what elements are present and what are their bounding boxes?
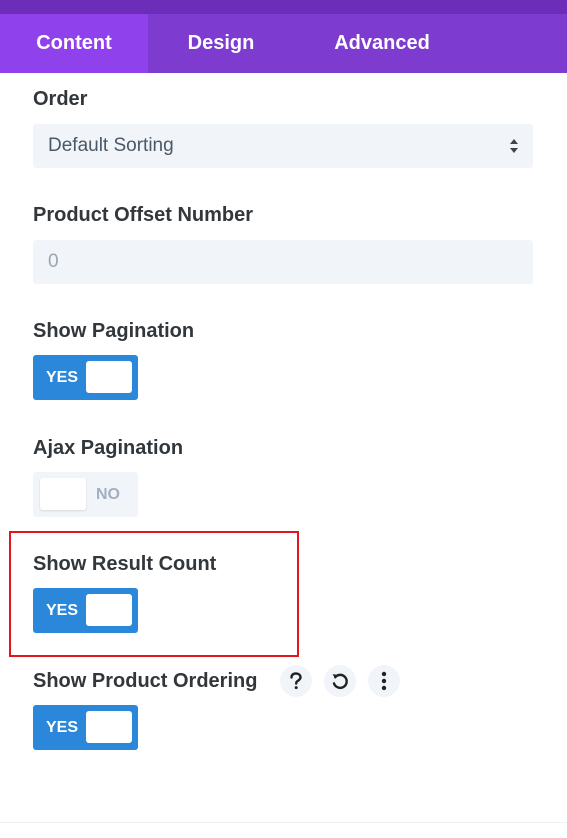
show-product-ordering-label: Show Product Ordering (33, 670, 258, 692)
ajax-pagination-label: Ajax Pagination (33, 437, 184, 459)
tab-content[interactable]: Content (0, 14, 148, 73)
reset-icon[interactable] (324, 665, 356, 697)
toggle-knob (86, 361, 132, 393)
toggle-state-text: YES (46, 368, 79, 386)
vertical-dots-icon (381, 671, 387, 691)
settings-tabs: Content Design Advanced (0, 14, 567, 73)
show-pagination-label: Show Pagination (33, 320, 195, 342)
show-pagination-toggle[interactable]: YES (33, 355, 138, 400)
show-result-count-toggle[interactable]: YES (33, 588, 138, 633)
offset-input[interactable]: 0 (33, 240, 533, 284)
select-arrows-icon (510, 139, 518, 153)
toggle-knob (40, 478, 86, 510)
show-product-ordering-toggle[interactable]: YES (33, 705, 138, 750)
more-options-icon[interactable] (368, 665, 400, 697)
tab-design[interactable]: Design (148, 14, 294, 73)
offset-label: Product Offset Number (33, 204, 254, 226)
order-select[interactable]: Default Sorting (33, 124, 533, 168)
ajax-pagination-toggle[interactable]: NO (33, 472, 138, 517)
show-result-count-label: Show Result Count (33, 553, 217, 575)
order-label: Order (33, 88, 88, 110)
question-mark-icon (290, 672, 302, 690)
toggle-state-text: NO (96, 485, 120, 503)
toggle-state-text: YES (46, 718, 79, 736)
toggle-state-text: YES (46, 601, 79, 619)
divider (0, 822, 567, 823)
header-strip (0, 0, 567, 14)
offset-input-placeholder: 0 (48, 251, 59, 272)
undo-arrow-icon (332, 673, 348, 690)
toggle-knob (86, 594, 132, 626)
tab-advanced[interactable]: Advanced (294, 14, 470, 73)
toggle-knob (86, 711, 132, 743)
help-icon[interactable] (280, 665, 312, 697)
order-select-value: Default Sorting (48, 135, 174, 156)
